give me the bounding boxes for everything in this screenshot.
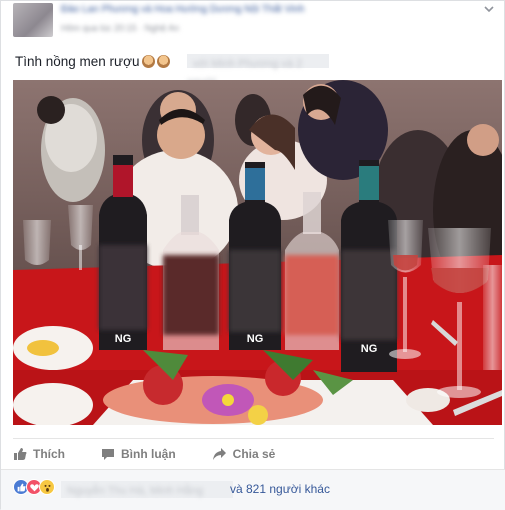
like-button[interactable]: Thích — [13, 447, 65, 461]
post-meta[interactable]: Hôm qua lúc 20:15 · Nghệ An — [61, 23, 261, 33]
svg-text:NG: NG — [247, 333, 264, 345]
wow-icon — [39, 479, 55, 495]
chevron-down-icon[interactable] — [482, 2, 496, 16]
emoji-icon — [157, 54, 171, 68]
divider — [13, 438, 494, 439]
post-card: Đào Lan Phương và Hoa Hướng Dương Nội Th… — [0, 0, 505, 510]
likers-names[interactable]: Nguyễn Thu Hà, Minh Hằng — [61, 481, 233, 498]
like-label: Thích — [33, 447, 65, 461]
comment-icon — [102, 449, 114, 460]
emoji-icon — [142, 54, 156, 68]
author-avatar[interactable] — [13, 3, 53, 37]
share-arrow-icon — [212, 448, 226, 460]
comment-button[interactable]: Bình luận — [101, 447, 176, 461]
svg-text:NG: NG — [361, 343, 378, 355]
author-names[interactable]: Đào Lan Phương và Hoa Hướng Dương Nội Th… — [61, 4, 421, 18]
tagged-people[interactable]: với Minh Phương và 2 người — [187, 54, 329, 88]
likers-names-text: Nguyễn Thu Hà, Minh Hằng — [67, 485, 204, 497]
share-button[interactable]: Chia sẻ — [212, 447, 276, 461]
caption-text: Tình nồng men rượu — [15, 53, 140, 69]
post-actions: Thích Bình luận Chia sẻ — [13, 443, 311, 465]
comment-label: Bình luận — [121, 447, 176, 461]
wine-dinner-photo: NG NG NG — [13, 80, 502, 425]
thumbs-up-icon — [14, 448, 27, 460]
svg-text:NG: NG — [115, 333, 132, 345]
reactions-bar: Nguyễn Thu Hà, Minh Hằng và 821 người kh… — [1, 469, 505, 510]
post-photo[interactable]: NG NG NG — [13, 80, 502, 425]
post-header: Đào Lan Phương và Hoa Hướng Dương Nội Th… — [1, 1, 505, 43]
reaction-icons[interactable] — [13, 479, 55, 495]
share-label: Chia sẻ — [232, 447, 276, 461]
post-caption: Tình nồng men rượu — [15, 52, 172, 70]
others-count-link[interactable]: và 821 người khác — [230, 481, 330, 498]
